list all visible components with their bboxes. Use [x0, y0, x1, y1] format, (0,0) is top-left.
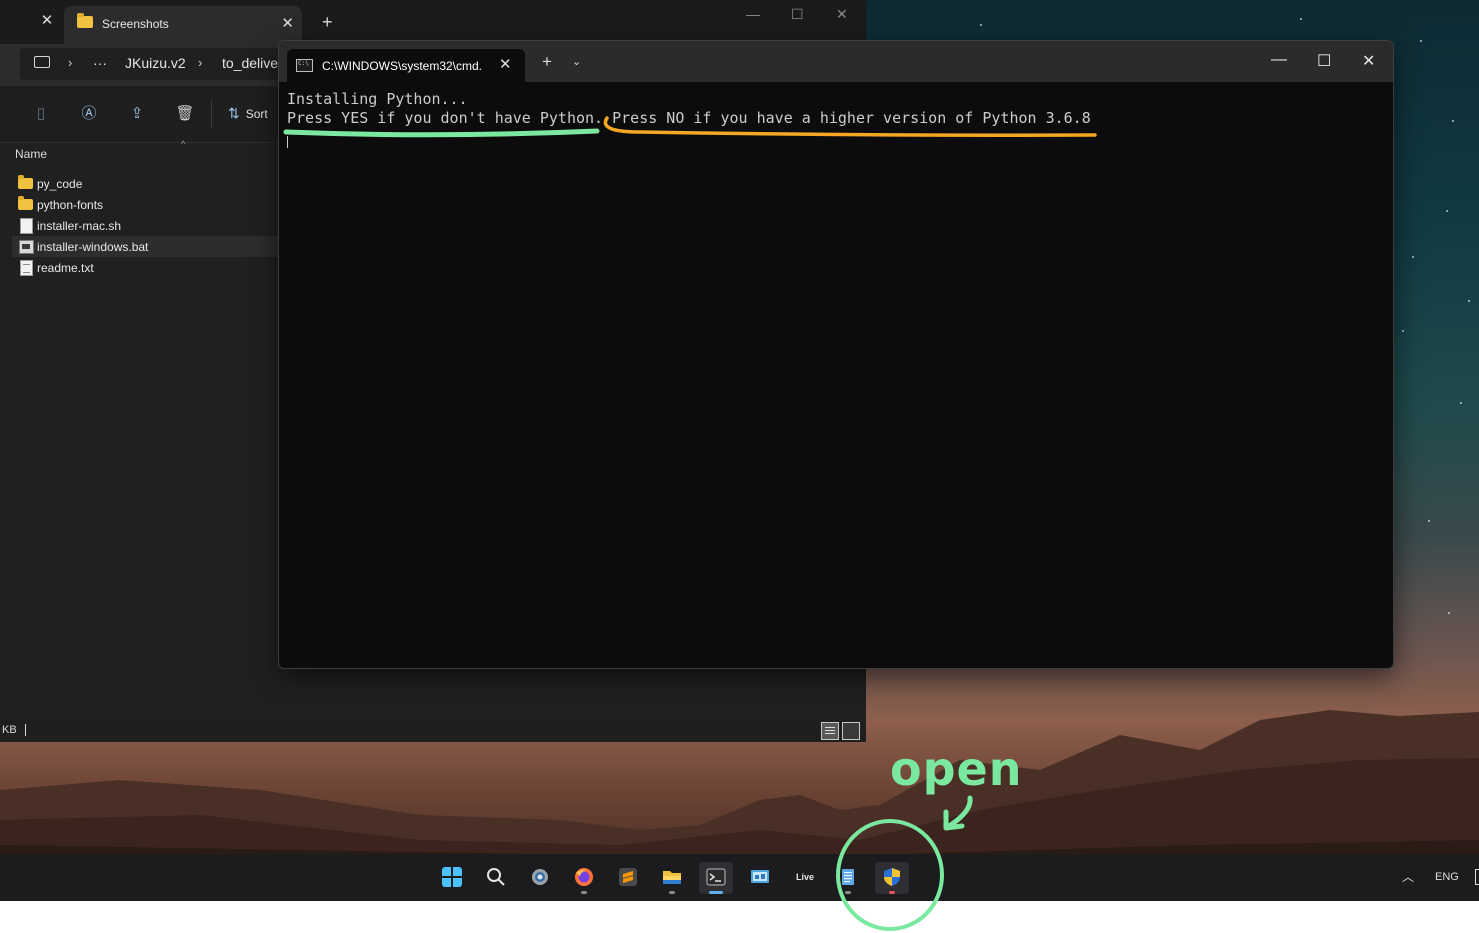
firefox-icon: [575, 868, 593, 886]
running-indicator: [669, 891, 675, 894]
status-divider: [25, 724, 26, 736]
sort-button[interactable]: ⇅ Sort: [228, 105, 268, 122]
rename-icon[interactable]: Ⓐ: [79, 105, 99, 123]
close-window-icon[interactable]: ✕: [1362, 51, 1375, 71]
sublime-text-icon: [619, 868, 637, 886]
status-bar: [0, 718, 866, 742]
new-tab-button[interactable]: +: [322, 12, 333, 33]
paste-icon[interactable]: ▯: [31, 105, 51, 123]
console-caret: [287, 136, 288, 148]
close-previous-tab-icon[interactable]: ✕: [38, 12, 56, 30]
file-name: py_code: [37, 177, 83, 191]
share-icon[interactable]: ⇪: [127, 105, 147, 123]
file-name: installer-windows.bat: [37, 240, 149, 254]
chevron-right-icon: ›: [198, 55, 203, 70]
close-tab-icon[interactable]: ✕: [281, 14, 294, 32]
running-indicator: [845, 891, 851, 894]
close-tab-icon[interactable]: ✕: [499, 55, 512, 73]
status-text: KB: [2, 724, 17, 736]
control-panel-button[interactable]: [743, 862, 777, 894]
text-file-icon: [20, 260, 33, 276]
file-row-py-code[interactable]: py_code: [12, 173, 278, 194]
new-tab-button[interactable]: +: [542, 53, 552, 70]
file-name: installer-mac.sh: [37, 219, 122, 233]
uac-shield-icon: [884, 868, 900, 886]
show-hidden-icons-icon[interactable]: ︿: [1402, 868, 1414, 885]
close-window-icon[interactable]: ✕: [836, 6, 848, 23]
active-indicator: [709, 891, 723, 894]
control-panel-icon: [751, 870, 769, 883]
uac-prompt-button[interactable]: [875, 862, 909, 894]
minimize-icon[interactable]: —: [746, 6, 760, 22]
batch-file-icon: [19, 240, 34, 254]
file-explorer-button[interactable]: [655, 862, 689, 894]
taskbar: [0, 854, 1479, 901]
tiles-view-icon[interactable]: [842, 722, 860, 740]
file-row-readme[interactable]: readme.txt: [12, 257, 278, 278]
file-row-installer-windows[interactable]: installer-windows.bat: [12, 236, 278, 257]
search-icon: [487, 868, 505, 886]
attention-indicator: [889, 891, 895, 894]
name-column-header[interactable]: Name: [15, 147, 47, 161]
file-name: readme.txt: [37, 261, 94, 275]
search-button[interactable]: [479, 862, 513, 894]
toolbar-divider: [211, 100, 212, 128]
folder-icon: [18, 196, 33, 210]
chevron-right-icon: ›: [68, 55, 73, 70]
live-icon: Live: [796, 872, 815, 882]
sort-icon: ⇅: [228, 105, 240, 121]
sublime-text-button[interactable]: [611, 862, 645, 894]
breadcrumb-to-deliver[interactable]: to_deliver: [222, 55, 278, 71]
sort-caret-icon: ^: [181, 139, 186, 149]
file-icon: [20, 218, 33, 234]
cmd-terminal-window: C:\WINDOWS\system32\cmd. ✕ + ⌄ — ☐ ✕ Ins…: [278, 40, 1394, 669]
breadcrumb-jkuizu[interactable]: JKuizu.v2: [125, 55, 186, 71]
file-explorer-icon: [663, 871, 681, 884]
terminal-icon: [706, 868, 726, 886]
settings-button[interactable]: [523, 862, 557, 894]
settings-icon: [532, 869, 548, 885]
explorer-tab-screenshots[interactable]: Screenshots ✕: [64, 6, 302, 44]
maximize-icon[interactable]: ☐: [1317, 51, 1331, 71]
folder-icon: [18, 175, 33, 189]
input-language-indicator[interactable]: ENG: [1435, 871, 1459, 883]
console-line-no-instruction: Press NO if you have a higher version of…: [603, 109, 1091, 127]
sort-label: Sort: [245, 107, 268, 121]
terminal-tab-cmd[interactable]: C:\WINDOWS\system32\cmd. ✕: [287, 49, 525, 82]
folder-icon: [77, 13, 93, 28]
explorer-tab-label: Screenshots: [102, 17, 169, 31]
notepad-button[interactable]: [831, 862, 865, 894]
delete-icon[interactable]: 🗑: [175, 105, 195, 123]
console-line-yes-instruction: Press YES if you don't have Python.: [287, 109, 604, 127]
open-annotation-label: open: [890, 742, 1023, 796]
details-view-icon[interactable]: [821, 722, 839, 740]
terminal-button[interactable]: [699, 862, 733, 894]
file-row-python-fonts[interactable]: python-fonts: [12, 194, 278, 215]
firefox-button[interactable]: [567, 862, 601, 894]
start-button[interactable]: [435, 862, 469, 894]
start-icon: [442, 867, 462, 887]
cmd-icon: [296, 59, 313, 72]
notification-icon[interactable]: [1475, 869, 1479, 885]
this-pc-icon[interactable]: [34, 56, 50, 68]
maximize-icon[interactable]: ☐: [791, 6, 804, 23]
console-output[interactable]: Installing Python... Press YES if you do…: [287, 90, 1091, 128]
file-name: python-fonts: [37, 198, 104, 212]
console-line-installing: Installing Python...: [287, 90, 468, 108]
file-row-installer-mac[interactable]: installer-mac.sh: [12, 215, 278, 236]
breadcrumb-overflow[interactable]: ···: [93, 55, 107, 71]
chevron-down-icon[interactable]: ⌄: [572, 55, 581, 68]
minimize-icon[interactable]: —: [1271, 51, 1287, 69]
running-indicator: [581, 891, 587, 894]
notepad-icon: [842, 869, 854, 885]
terminal-tab-title: C:\WINDOWS\system32\cmd.: [322, 59, 483, 73]
live-button[interactable]: Live: [787, 862, 821, 894]
